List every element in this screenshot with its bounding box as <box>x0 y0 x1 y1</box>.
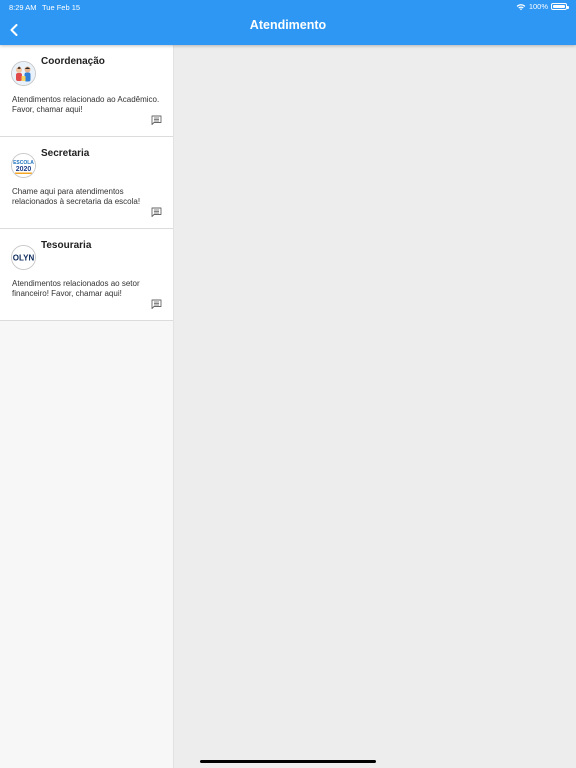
avatar-logo-text: OLYN <box>13 254 35 263</box>
olyn-logo-icon: OLYN <box>12 246 35 269</box>
channel-avatar <box>11 61 36 86</box>
status-bar: 8:29 AM Tue Feb 15 100% <box>0 0 576 14</box>
wifi-icon <box>516 3 526 10</box>
channel-avatar: OLYN <box>11 245 36 270</box>
channel-description: Atendimentos relacionado ao Acadêmico. F… <box>12 95 160 114</box>
channel-title: Coordenação <box>41 56 105 67</box>
home-indicator <box>200 760 376 763</box>
channel-card-tesouraria[interactable]: OLYN Tesouraria Atendimentos relacionado… <box>0 229 173 321</box>
channel-avatar: ESCOLA 2020 <box>11 153 36 178</box>
channel-description: Chame aqui para atendimentos relacionado… <box>12 187 141 206</box>
channel-list: Coordenação Atendimentos relacionado ao … <box>0 45 174 768</box>
chat-icon[interactable] <box>151 207 162 217</box>
status-indicators: 100% <box>516 2 569 11</box>
page-title: Atendimento <box>249 18 327 32</box>
channel-description: Atendimentos relacionados ao setor finan… <box>12 279 140 298</box>
channel-title: Secretaria <box>41 148 90 159</box>
status-time: 8:29 AM <box>9 3 37 12</box>
battery-icon <box>551 3 569 10</box>
chat-icon[interactable] <box>151 115 162 125</box>
people-illustration-icon <box>12 62 35 85</box>
channel-card-secretaria[interactable]: ESCOLA 2020 Secretaria Chame aqui para a… <box>0 137 173 229</box>
battery-percentage: 100% <box>528 2 548 11</box>
avatar-logo-text-bottom: 2020 <box>16 166 32 173</box>
app-header: 8:29 AM Tue Feb 15 100% Atendimento <box>0 0 576 45</box>
status-date: Tue Feb 15 <box>42 3 81 12</box>
escola-2020-logo-icon: ESCOLA 2020 <box>12 154 35 177</box>
chat-icon[interactable] <box>151 299 162 309</box>
channel-card-coordenacao[interactable]: Coordenação Atendimentos relacionado ao … <box>0 45 173 137</box>
channel-title: Tesouraria <box>41 240 92 251</box>
